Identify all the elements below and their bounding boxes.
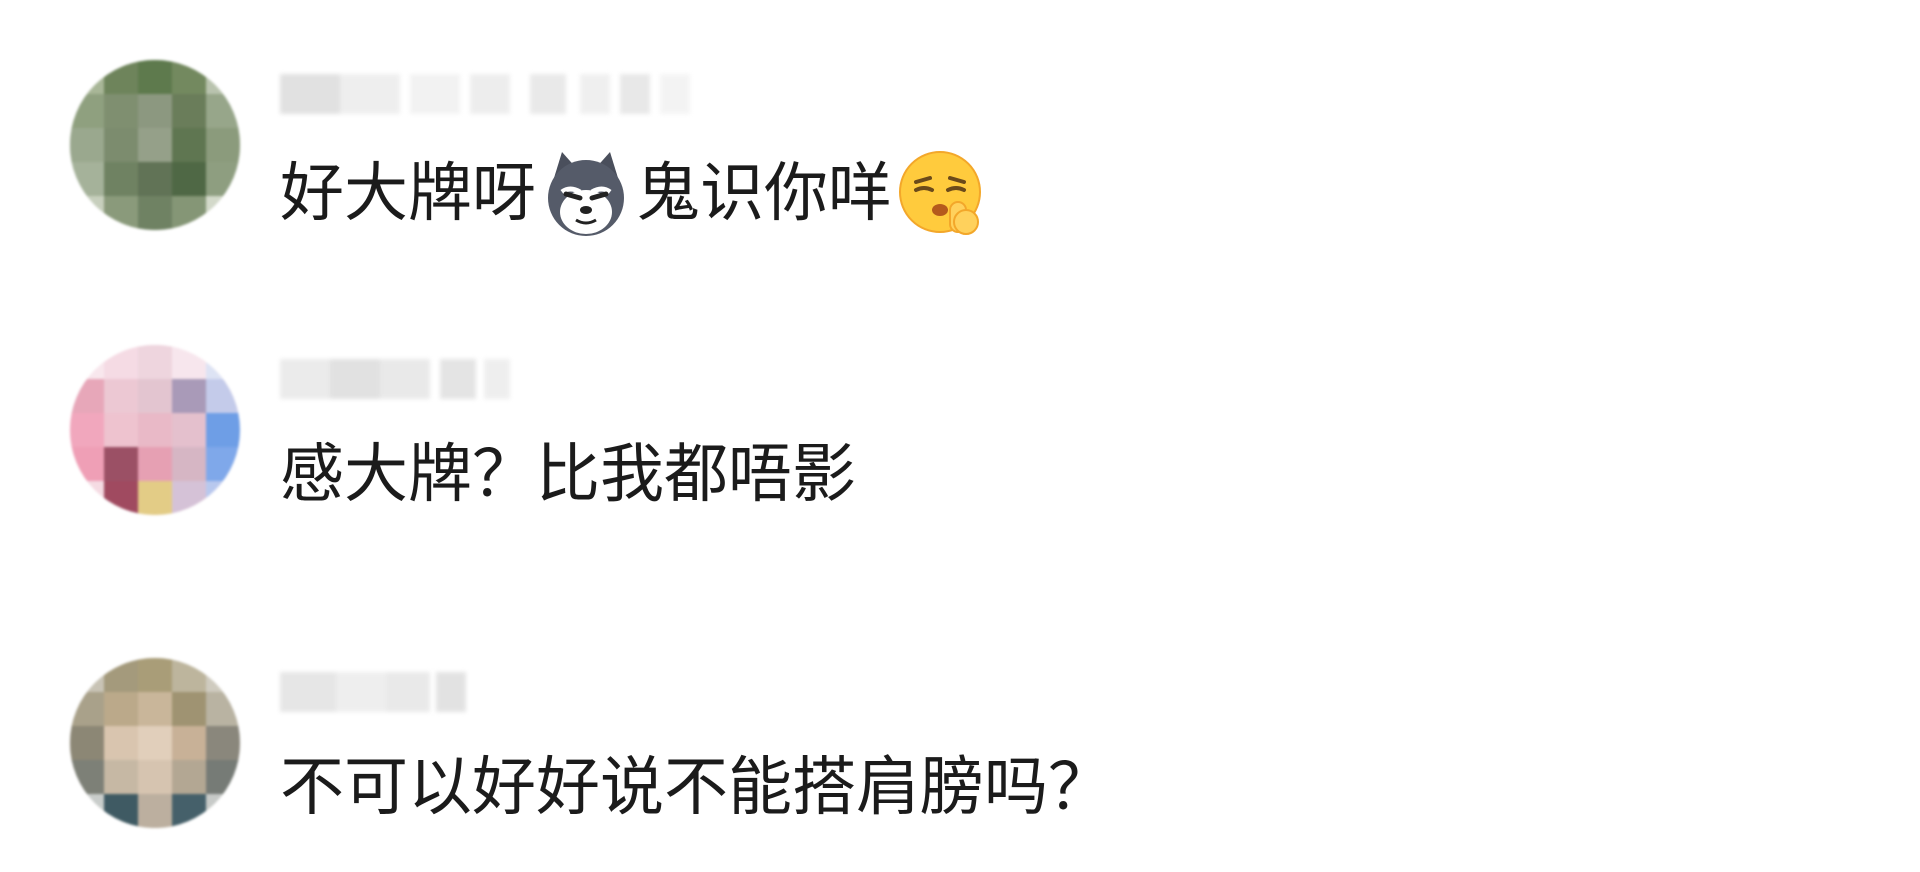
avatar[interactable] <box>70 658 240 828</box>
comment-text: 感大牌？比我都唔影 <box>280 438 856 512</box>
comment-text: 不可以好好说不能搭肩膀吗？ <box>280 751 1112 825</box>
comment-text: 好大牌呀 鬼识你咩 <box>280 148 992 240</box>
avatar[interactable] <box>70 345 240 515</box>
username-redacted[interactable] <box>280 666 480 718</box>
avatar[interactable] <box>70 60 240 230</box>
comment-text-part: 鬼识你咩 <box>636 157 892 231</box>
comment-text-part: 好大牌呀 <box>280 157 536 231</box>
username-redacted[interactable] <box>280 353 520 405</box>
username-redacted[interactable] <box>280 68 700 120</box>
shush-face-emoji <box>896 148 988 240</box>
husky-dog-emoji <box>540 148 632 240</box>
comment-list: 好大牌呀 鬼识你咩 感大牌？比我都唔影 不可以好好说不能搭肩膀吗？ <box>0 0 1920 872</box>
